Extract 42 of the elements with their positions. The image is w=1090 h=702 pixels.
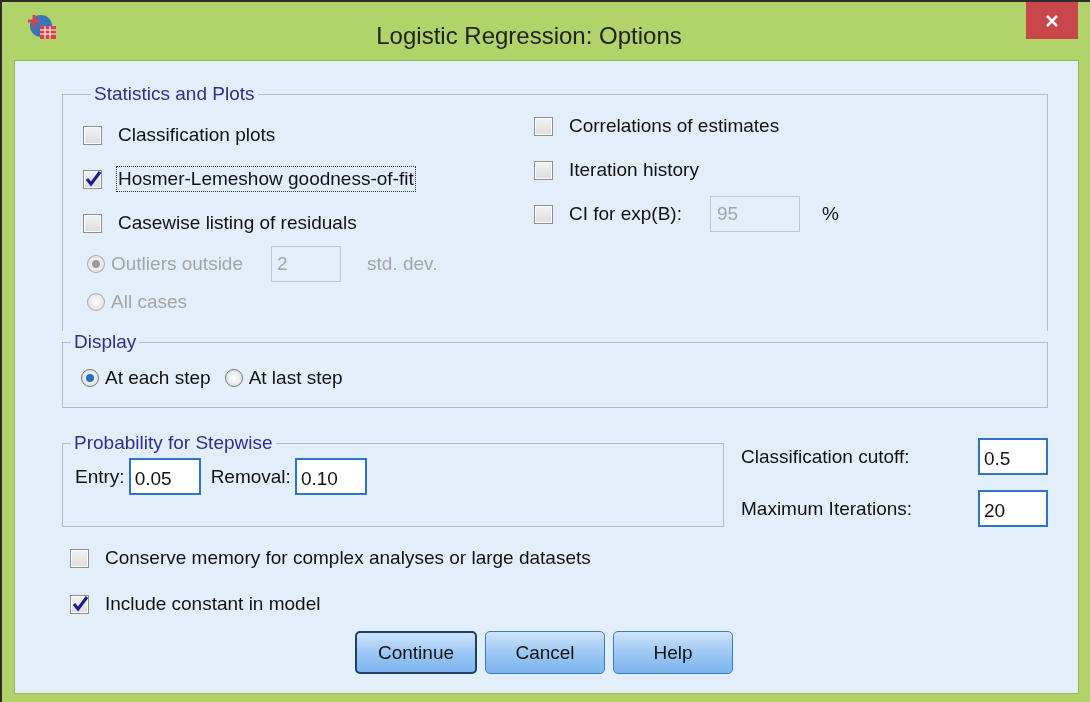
close-icon [1045, 13, 1059, 28]
dialog-button[interactable]: Continue [355, 631, 477, 674]
checkbox-label: Conserve memory for complex analyses or large datasets [104, 546, 592, 570]
checkbox-label: Casewise listing of residuals [117, 211, 358, 235]
checkbox[interactable] [70, 594, 89, 614]
checkbox[interactable] [534, 116, 553, 136]
input-field[interactable]: 0.10 [294, 458, 367, 495]
radio-label: At each step [105, 367, 211, 389]
input-field[interactable]: 20 [978, 490, 1048, 527]
checkbox[interactable] [83, 169, 102, 189]
app-icon [28, 12, 58, 42]
checkbox-label: Hosmer-Lemeshow goodness-of-fit [116, 166, 416, 192]
dialog-button[interactable]: Cancel [485, 631, 605, 674]
checkbox[interactable] [83, 125, 102, 145]
input-field[interactable]: 0.05 [128, 458, 201, 495]
checkbox[interactable] [534, 160, 553, 180]
radio-button[interactable] [224, 369, 243, 387]
radio-label: All cases [111, 291, 188, 313]
unit-label: std. dev. [367, 253, 438, 275]
checkbox-label: CI for exp(B): [568, 202, 683, 226]
checkbox-label: Iteration history [568, 158, 700, 182]
group-title: Statistics and Plots [93, 83, 256, 105]
checkbox[interactable] [70, 548, 89, 568]
dialog-button[interactable]: Help [613, 631, 733, 674]
group-title: Probability for Stepwise [73, 432, 274, 454]
field-label: Removal: [210, 465, 291, 488]
checkbox[interactable] [534, 204, 553, 224]
radio-label: At last step [248, 367, 343, 389]
unit-label: % [822, 203, 839, 225]
group-title: Display [73, 331, 138, 353]
field-label: Entry: [75, 465, 125, 488]
radio-button[interactable] [81, 369, 99, 387]
checkbox[interactable] [83, 213, 102, 233]
input-field[interactable]: 0.5 [978, 438, 1048, 475]
window-title: Logistic Regression: Options [375, 22, 683, 50]
field-label: Classification cutoff: [741, 445, 911, 468]
checkbox-label: Classification plots [117, 123, 277, 147]
field-label: Maximum Iterations: [741, 497, 914, 520]
close-button[interactable] [1026, 2, 1078, 39]
checkbox-label: Include constant in model [104, 592, 322, 616]
checkbox-label: Correlations of estimates [568, 114, 781, 138]
radio-label: Outliers outside [111, 253, 243, 275]
